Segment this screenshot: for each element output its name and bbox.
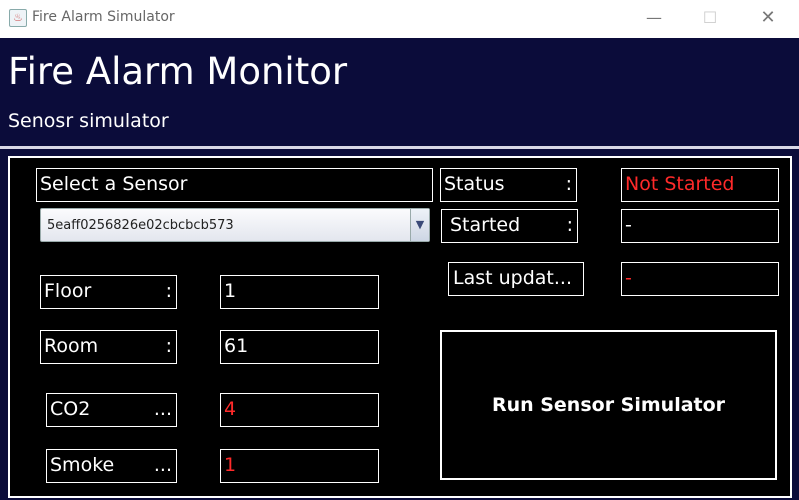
status-label: Status : xyxy=(440,168,577,202)
sensor-panel: Select a Sensor 5eaff0256826e02cbcbcb573… xyxy=(8,156,792,498)
room-label: Room : xyxy=(40,330,177,364)
run-sensor-simulator-button[interactable]: Run Sensor Simulator xyxy=(440,330,777,480)
minimize-button[interactable]: — xyxy=(634,4,674,32)
maximize-button[interactable]: ☐ xyxy=(690,4,730,32)
status-label-colon: : xyxy=(565,173,572,195)
floor-label-text: Floor xyxy=(44,280,92,302)
sensor-dropdown[interactable]: 5eaff0256826e02cbcbcb573 ▼ xyxy=(40,208,430,242)
last-update-value: - xyxy=(621,262,779,296)
last-update-label: Last updat... xyxy=(448,262,584,296)
page-title: Fire Alarm Monitor xyxy=(8,50,348,93)
status-label-text: Status xyxy=(444,173,505,195)
room-label-text: Room xyxy=(44,335,99,357)
smoke-label-text: Smoke xyxy=(50,454,115,476)
java-app-icon: ♨ xyxy=(9,9,27,27)
floor-label-colon: : xyxy=(165,280,172,302)
smoke-label: Smoke ... xyxy=(46,449,177,483)
co2-field: 4 xyxy=(220,393,379,427)
select-sensor-label-text: Select a Sensor xyxy=(40,173,188,195)
co2-label-text: CO2 xyxy=(50,398,91,420)
main-area: Select a Sensor 5eaff0256826e02cbcbcb573… xyxy=(0,149,799,500)
started-value: - xyxy=(621,209,779,243)
select-sensor-label: Select a Sensor xyxy=(36,168,433,202)
co2-label: CO2 ... xyxy=(46,393,177,427)
app-header: Fire Alarm Monitor Senosr simulator xyxy=(0,38,799,147)
started-label: Started : xyxy=(441,209,578,243)
status-value: Not Started xyxy=(621,168,779,202)
smoke-label-dots: ... xyxy=(153,454,172,476)
page-subtitle: Senosr simulator xyxy=(8,110,169,132)
started-label-colon: : xyxy=(566,214,573,236)
started-label-text: Started xyxy=(450,214,521,236)
close-button[interactable]: ✕ xyxy=(748,4,788,32)
co2-label-dots: ... xyxy=(153,398,172,420)
floor-field: 1 xyxy=(220,275,379,309)
chevron-down-icon[interactable]: ▼ xyxy=(410,209,429,241)
window-title: Fire Alarm Simulator xyxy=(32,9,175,25)
floor-label: Floor : xyxy=(40,275,177,309)
window-titlebar: ♨ Fire Alarm Simulator — ☐ ✕ xyxy=(0,0,799,38)
room-label-colon: : xyxy=(165,335,172,357)
room-field: 61 xyxy=(220,330,379,364)
smoke-field: 1 xyxy=(220,449,379,483)
sensor-dropdown-value: 5eaff0256826e02cbcbcb573 xyxy=(47,218,234,233)
